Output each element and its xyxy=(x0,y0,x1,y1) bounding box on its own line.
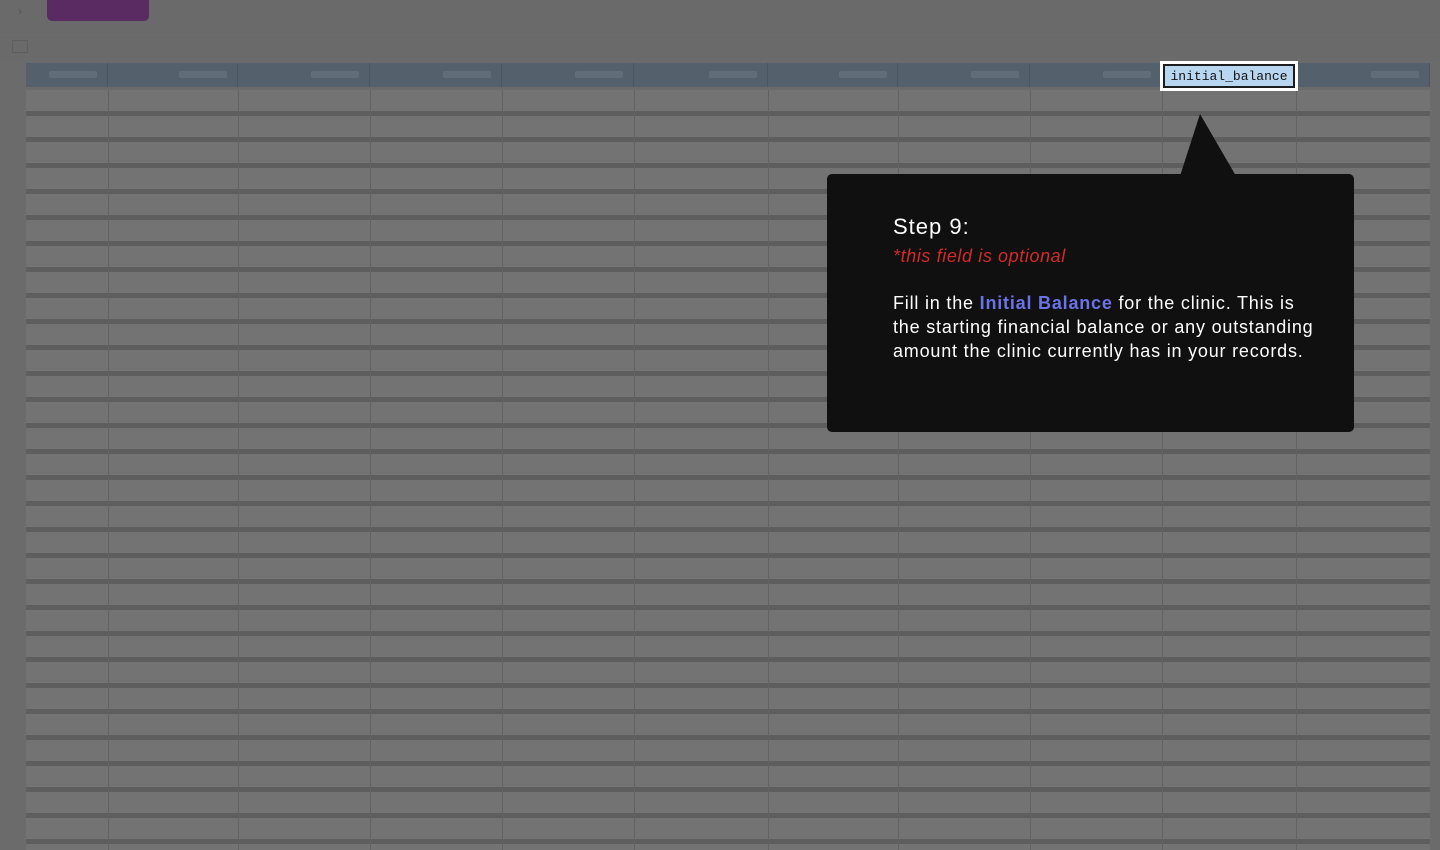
column-letters-row xyxy=(0,36,1440,58)
header-cell[interactable] xyxy=(634,63,768,87)
header-label-placeholder xyxy=(575,71,623,78)
toolbar-action-button[interactable] xyxy=(47,0,149,21)
column-divider xyxy=(768,90,769,850)
header-cell[interactable] xyxy=(502,63,634,87)
tooltip-step-title: Step 9: xyxy=(893,214,970,239)
column-divider xyxy=(238,90,239,850)
tooltip-field-name: Initial Balance xyxy=(979,293,1113,313)
header-label-placeholder xyxy=(1103,71,1151,78)
chevron-right-icon[interactable]: › xyxy=(18,4,22,18)
header-cell[interactable] xyxy=(1296,63,1430,87)
tooltip-body-prefix: Fill in the xyxy=(893,293,980,313)
toolbar: › xyxy=(0,0,1440,34)
column-divider xyxy=(108,90,109,850)
header-label-placeholder xyxy=(443,71,491,78)
header-cell[interactable] xyxy=(370,63,502,87)
header-cell[interactable] xyxy=(1030,63,1162,87)
column-divider xyxy=(370,90,371,850)
highlighted-header-cell[interactable]: initial_balance xyxy=(1160,61,1298,91)
header-cell[interactable] xyxy=(238,63,370,87)
row-numbers xyxy=(0,90,24,850)
header-label-placeholder xyxy=(971,71,1019,78)
header-label-placeholder xyxy=(179,71,227,78)
header-cell[interactable] xyxy=(898,63,1030,87)
initial-balance-header: initial_balance xyxy=(1163,64,1295,88)
header-label-placeholder xyxy=(311,71,359,78)
header-label-placeholder xyxy=(49,71,97,78)
header-label-placeholder xyxy=(709,71,757,78)
header-cell[interactable] xyxy=(768,63,898,87)
header-cell[interactable] xyxy=(26,63,108,87)
header-label-placeholder xyxy=(839,71,887,78)
tooltip-optional-note: *this field is optional xyxy=(893,246,1066,266)
tutorial-tooltip: Step 9: *this field is optional Fill in … xyxy=(827,174,1354,432)
header-label-placeholder xyxy=(1371,71,1419,78)
column-divider xyxy=(634,90,635,850)
header-cell[interactable] xyxy=(108,63,238,87)
column-divider xyxy=(502,90,503,850)
tooltip-body: Fill in the Initial Balance for the clin… xyxy=(893,291,1314,363)
select-all-corner[interactable] xyxy=(12,40,28,53)
